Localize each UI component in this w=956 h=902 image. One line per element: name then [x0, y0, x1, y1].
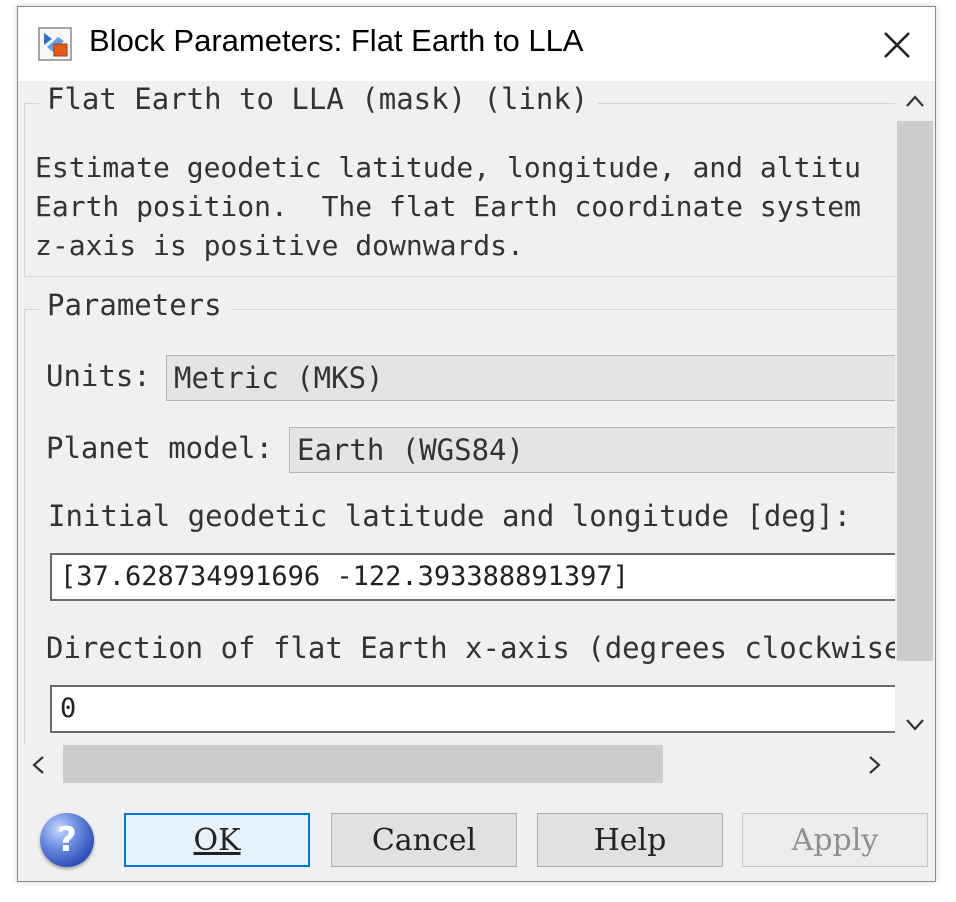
scroll-right-button[interactable] — [855, 745, 895, 785]
parameters-legend: Parameters — [39, 288, 232, 322]
chevron-left-icon — [32, 756, 44, 774]
chevron-down-icon — [906, 719, 924, 731]
horizontal-scrollbar[interactable] — [18, 745, 895, 785]
help-button[interactable]: Help — [537, 813, 723, 867]
close-button[interactable] — [869, 17, 925, 73]
direction-input[interactable]: 0 — [50, 685, 895, 733]
close-icon — [884, 32, 910, 58]
vertical-scrollbar[interactable] — [895, 81, 935, 745]
lat-lon-input[interactable]: [37.628734991696 -122.393388891397] — [50, 553, 895, 601]
help-question-icon[interactable]: ? — [40, 813, 94, 867]
ok-button[interactable]: OK — [124, 813, 310, 867]
planet-model-label: Planet model: — [46, 431, 273, 465]
ok-button-label: OK — [193, 822, 241, 858]
scrollable-content: Flat Earth to LLA (mask) (link) Estimate… — [18, 81, 895, 745]
horizontal-scroll-thumb[interactable] — [63, 745, 663, 783]
window-title: Block Parameters: Flat Earth to LLA — [89, 23, 584, 58]
scroll-left-button[interactable] — [18, 745, 58, 785]
units-label: Units: — [46, 359, 151, 393]
mask-description-text: Estimate geodetic latitude, longitude, a… — [35, 151, 862, 262]
planet-model-dropdown[interactable]: Earth (WGS84) — [289, 427, 895, 473]
scroll-down-button[interactable] — [895, 705, 935, 745]
help-button-label: Help — [593, 822, 667, 858]
title-bar[interactable]: Block Parameters: Flat Earth to LLA — [18, 7, 935, 81]
apply-button[interactable]: Apply — [742, 813, 928, 867]
mask-description-group: Flat Earth to LLA (mask) (link) Estimate… — [24, 82, 895, 277]
vertical-scroll-thumb[interactable] — [897, 121, 933, 661]
dialog-window: Block Parameters: Flat Earth to LLA Flat… — [17, 6, 936, 882]
lat-lon-label: Initial geodetic latitude and longitude … — [48, 499, 852, 533]
direction-label: Direction of flat Earth x-axis (degrees … — [46, 631, 895, 665]
apply-button-label: Apply — [791, 822, 879, 858]
scroll-up-button[interactable] — [895, 81, 935, 121]
cancel-button[interactable]: Cancel — [331, 813, 517, 867]
chevron-up-icon — [906, 95, 924, 107]
cancel-button-label: Cancel — [371, 822, 477, 858]
chevron-right-icon — [869, 756, 881, 774]
simulink-block-icon — [38, 27, 72, 61]
mask-group-legend: Flat Earth to LLA (mask) (link) — [39, 82, 599, 116]
units-dropdown[interactable]: Metric (MKS) — [166, 355, 895, 401]
